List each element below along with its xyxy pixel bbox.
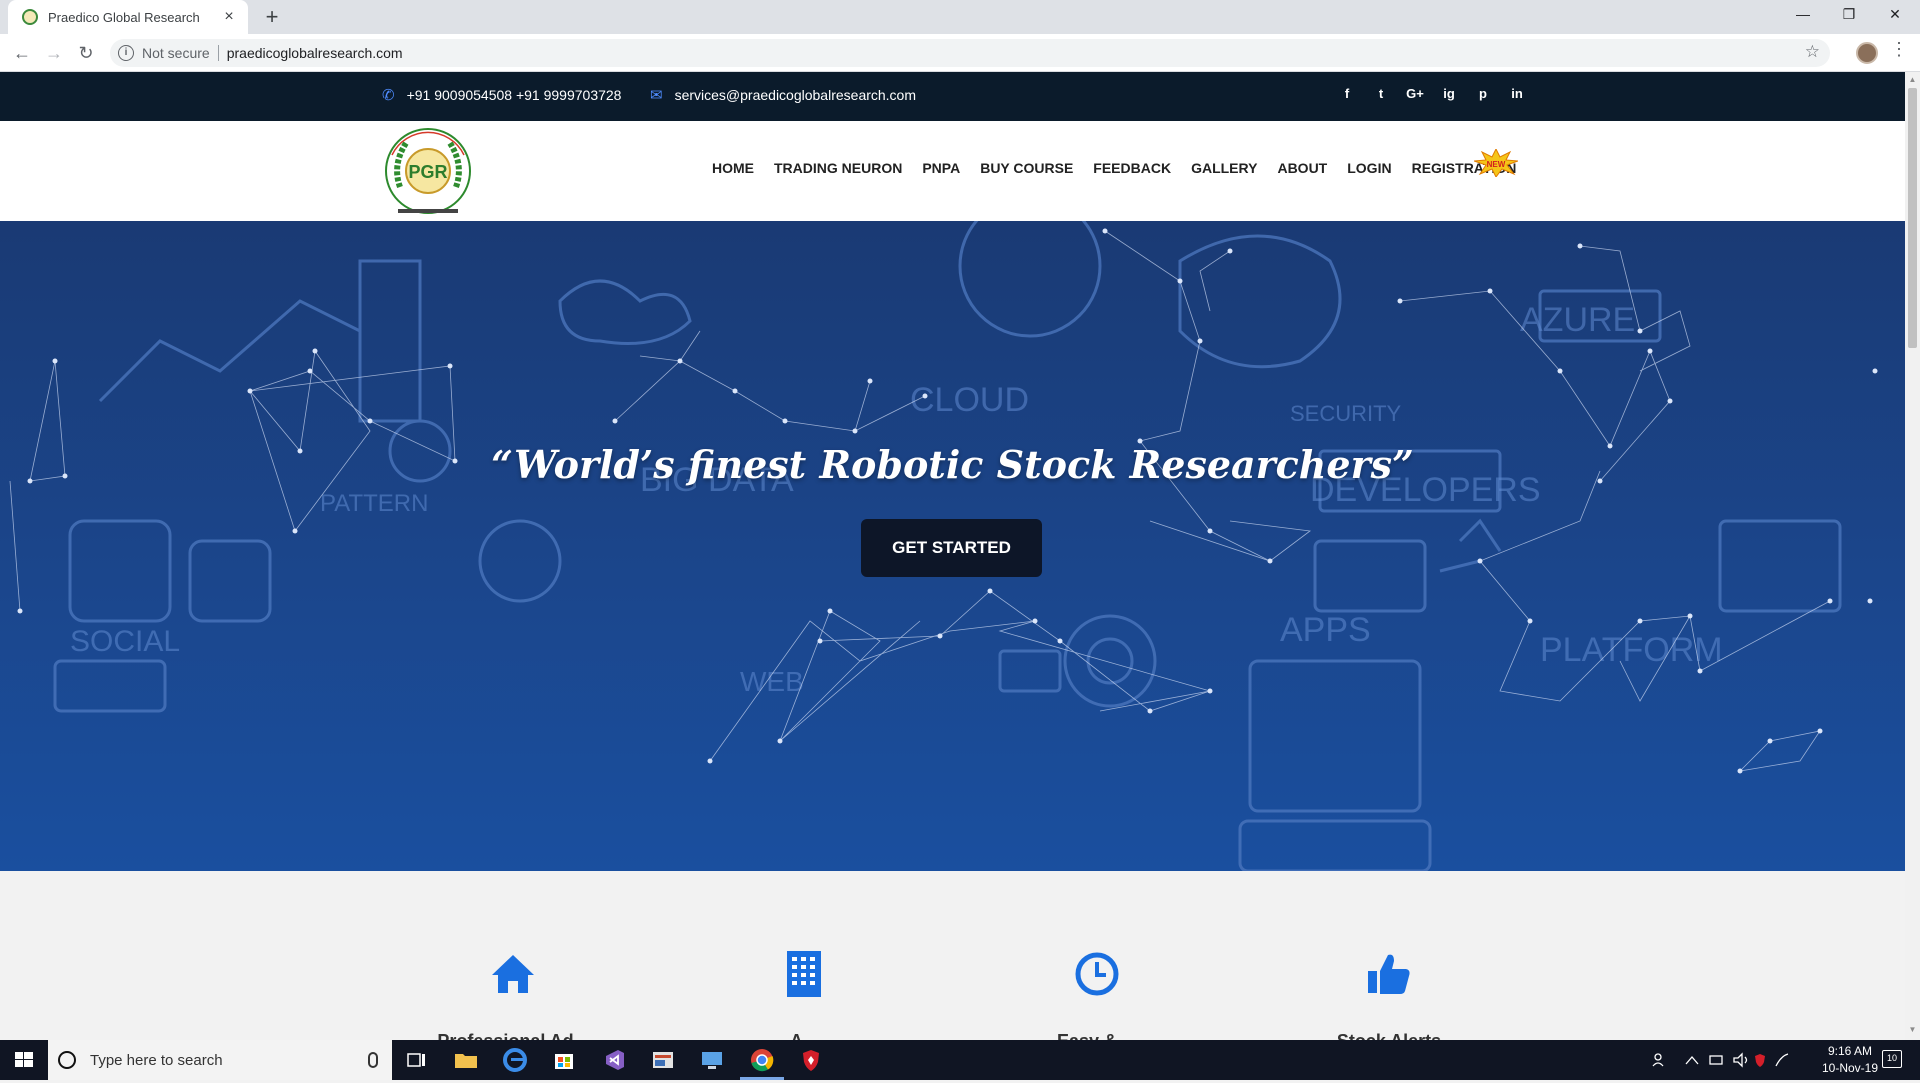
- google-plus-icon[interactable]: G+: [1398, 86, 1432, 101]
- svg-text:NEW: NEW: [1487, 160, 1506, 169]
- url-text[interactable]: praedicoglobalresearch.com: [227, 45, 403, 61]
- hero-tagline: “World’s finest Robotic Stock Researcher…: [491, 442, 1414, 487]
- tab-title: Praedico Global Research: [48, 9, 200, 25]
- file-explorer-icon[interactable]: [452, 1046, 480, 1074]
- microphone-icon[interactable]: [368, 1052, 378, 1068]
- logo-letters: PGR: [408, 162, 447, 182]
- hero-banner: AZURE DEVELOPERS APPS PLATFORM BIG DATA …: [0, 221, 1905, 871]
- feature-title: Professional Ad...: [383, 1031, 643, 1040]
- back-arrow-icon[interactable]: ←: [10, 41, 34, 65]
- store-icon[interactable]: [550, 1046, 578, 1074]
- feature-title: A...: [674, 1031, 934, 1040]
- svg-text:SECURITY: SECURITY: [1290, 401, 1402, 426]
- features-section: Professional Ad... A... Easy & ...: [0, 871, 1905, 1040]
- nav-home[interactable]: HOME: [712, 160, 754, 176]
- contact-bar: ✆ +91 9009054508 +91 9999703728 ✉ servic…: [0, 72, 1905, 121]
- site-header: PGR HOME TRADING NEURON PNPA BUY COURSE …: [0, 121, 1905, 221]
- svg-text:PATTERN: PATTERN: [320, 490, 428, 517]
- task-view-icon[interactable]: [402, 1046, 430, 1074]
- email-contact: ✉ services@praedicoglobalresearch.com: [650, 86, 916, 104]
- scroll-up-arrow-icon[interactable]: ▲: [1908, 75, 1917, 84]
- close-window-icon[interactable]: ✕: [1872, 0, 1918, 30]
- tray-icons[interactable]: [1648, 1040, 1798, 1080]
- svg-text:SOCIAL: SOCIAL: [70, 625, 180, 658]
- nav-trading-neuron[interactable]: TRADING NEURON: [774, 160, 902, 176]
- nav-buy-course[interactable]: BUY COURSE: [980, 160, 1073, 176]
- address-bar[interactable]: i Not secure praedicoglobalresearch.com …: [110, 39, 1830, 67]
- site-favicon-icon: [22, 9, 38, 25]
- browser-toolbar: ← → ↻ i Not secure praedicoglobalresearc…: [0, 34, 1920, 72]
- svg-text:WEB: WEB: [740, 666, 804, 697]
- windows-taskbar: Type here to search 9:16 AM 10-Nov-19 10: [0, 1040, 1920, 1080]
- svg-text:PLATFORM: PLATFORM: [1540, 631, 1723, 669]
- edge-browser-icon[interactable]: [501, 1046, 529, 1074]
- nav-gallery[interactable]: GALLERY: [1191, 160, 1257, 176]
- pinterest-icon[interactable]: p: [1466, 86, 1500, 101]
- page-scrollbar[interactable]: ▲ ▼: [1905, 72, 1920, 1040]
- search-placeholder: Type here to search: [90, 1051, 223, 1069]
- antivirus-shield-icon[interactable]: [797, 1046, 825, 1074]
- twitter-icon[interactable]: t: [1364, 86, 1398, 101]
- thumbs-up-icon: [1368, 954, 1410, 994]
- home-icon: [492, 955, 534, 993]
- company-logo[interactable]: PGR: [380, 125, 476, 217]
- nav-login[interactable]: LOGIN: [1347, 160, 1391, 176]
- browser-tab[interactable]: Praedico Global Research ×: [8, 0, 248, 34]
- scroll-down-arrow-icon[interactable]: ▼: [1908, 1025, 1917, 1034]
- svg-text:AZURE: AZURE: [1520, 301, 1635, 339]
- notification-center-icon[interactable]: 10: [1882, 1050, 1902, 1068]
- search-icon: [58, 1051, 76, 1069]
- visual-studio-icon[interactable]: [600, 1046, 628, 1074]
- security-status: Not secure: [142, 45, 210, 61]
- new-tab-button[interactable]: +: [258, 4, 286, 32]
- feature-title: Easy & ...: [967, 1031, 1227, 1040]
- url-divider: [217, 45, 219, 61]
- linkedin-icon[interactable]: in: [1500, 86, 1534, 101]
- browser-tab-strip: Praedico Global Research × + — ❐ ✕: [0, 0, 1920, 34]
- new-badge-icon: NEW: [1474, 149, 1518, 177]
- phone-contact: ✆ +91 9009054508 +91 9999703728: [382, 86, 621, 104]
- phone-icon: ✆: [382, 87, 395, 104]
- phone-numbers: +91 9009054508 +91 9999703728: [406, 87, 622, 103]
- windows-start-icon[interactable]: [0, 1040, 48, 1080]
- remote-desktop-icon[interactable]: [698, 1046, 726, 1074]
- minimize-icon[interactable]: —: [1780, 0, 1826, 30]
- clock-icon: [1075, 952, 1119, 996]
- forward-arrow-icon[interactable]: →: [42, 41, 66, 65]
- profile-avatar[interactable]: [1856, 42, 1878, 64]
- bookmark-star-icon[interactable]: ☆: [1805, 42, 1820, 62]
- page-viewport: ✆ +91 9009054508 +91 9999703728 ✉ servic…: [0, 72, 1905, 1040]
- get-started-button[interactable]: GET STARTED: [861, 519, 1042, 577]
- chrome-icon[interactable]: [748, 1046, 776, 1074]
- facebook-icon[interactable]: f: [1330, 86, 1364, 101]
- taskbar-search[interactable]: Type here to search: [48, 1040, 392, 1080]
- envelope-icon: ✉: [650, 87, 663, 104]
- restore-icon[interactable]: ❐: [1826, 0, 1872, 30]
- instagram-icon[interactable]: ig: [1432, 86, 1466, 101]
- system-tray: [1648, 1040, 1798, 1080]
- nav-pnpa[interactable]: PNPA: [922, 160, 960, 176]
- email-address[interactable]: services@praedicoglobalresearch.com: [675, 87, 916, 103]
- svg-text:APPS: APPS: [1280, 611, 1371, 649]
- building-icon: [787, 951, 821, 997]
- sql-tool-icon[interactable]: [649, 1046, 677, 1074]
- reload-icon[interactable]: ↻: [74, 41, 98, 65]
- main-navigation: HOME TRADING NEURON PNPA BUY COURSE FEED…: [712, 160, 1536, 176]
- info-icon[interactable]: i: [118, 45, 134, 61]
- close-tab-icon[interactable]: ×: [220, 8, 238, 26]
- svg-text:CLOUD: CLOUD: [910, 381, 1029, 419]
- social-links: f t G+ ig p in: [1330, 86, 1534, 101]
- nav-feedback[interactable]: FEEDBACK: [1093, 160, 1171, 176]
- nav-about[interactable]: ABOUT: [1277, 160, 1327, 176]
- feature-title: Stock Alerts: [1259, 1031, 1519, 1040]
- browser-menu-icon[interactable]: ⋮: [1890, 39, 1908, 60]
- scrollbar-thumb[interactable]: [1908, 88, 1917, 348]
